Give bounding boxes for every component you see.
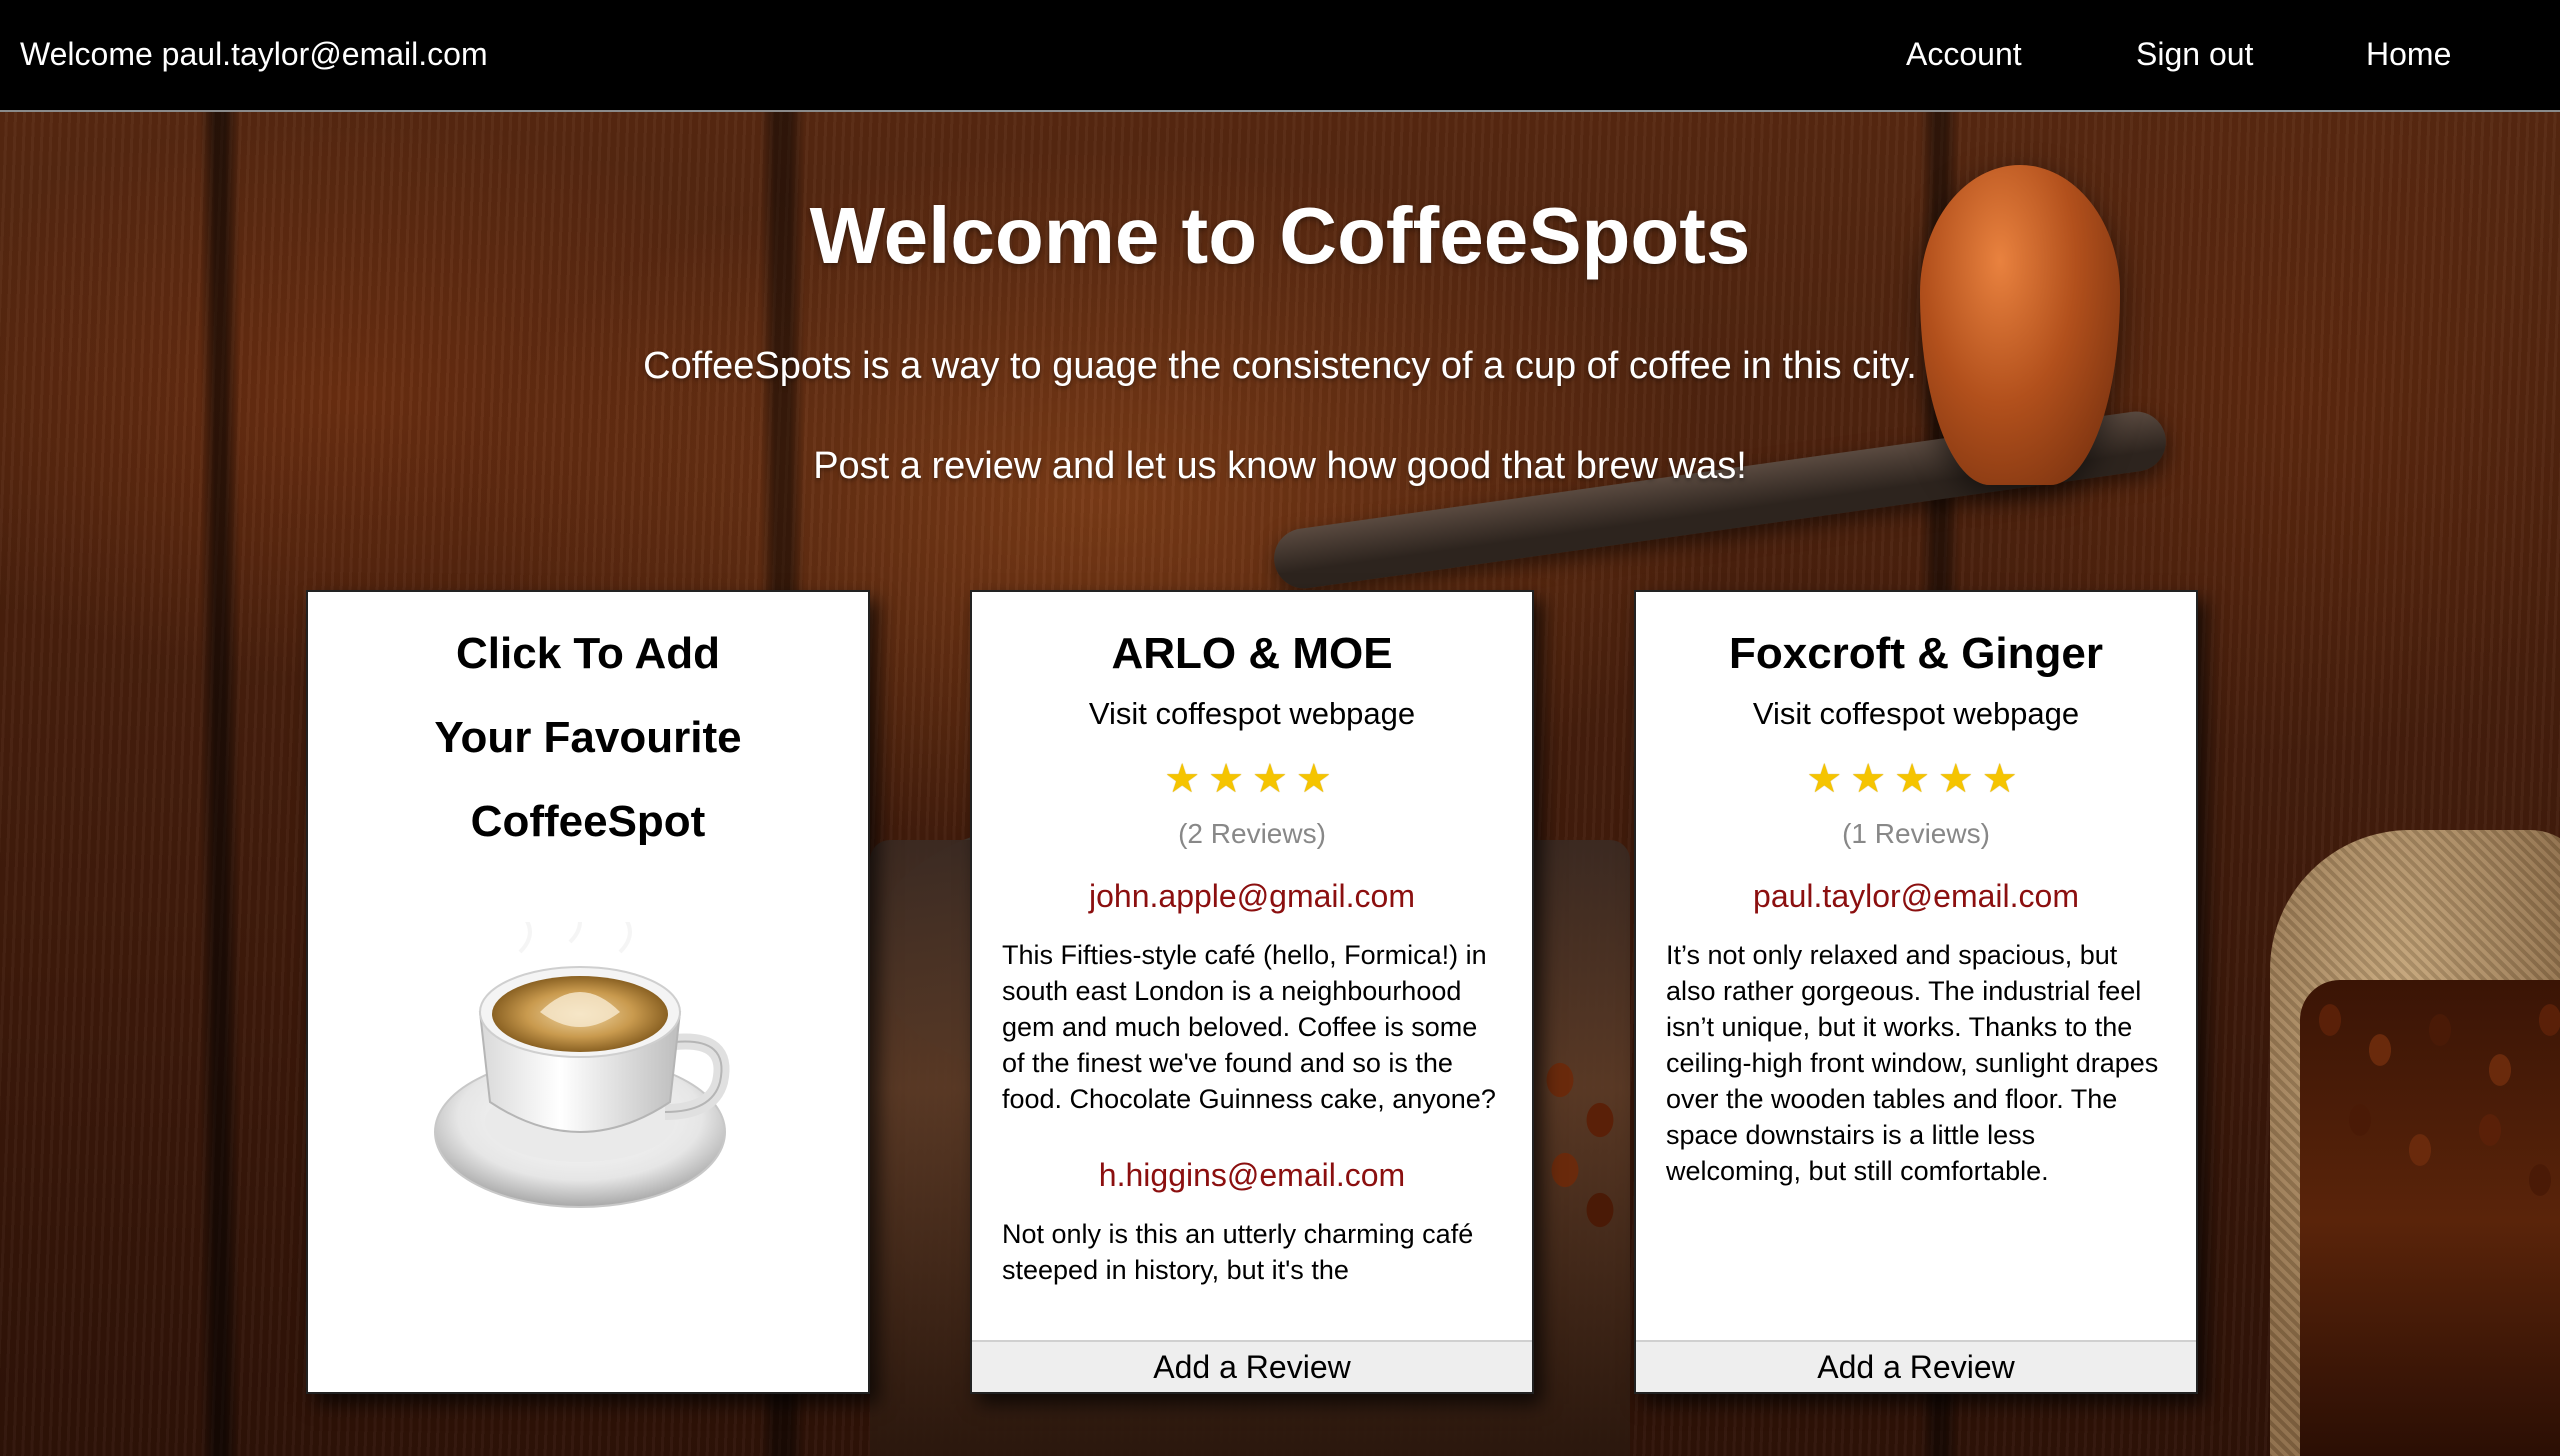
star-rating-icon: ★★★★★ <box>1806 757 2026 801</box>
add-title-line-1: Click To Add <box>456 629 720 678</box>
star-rating-icon: ★★★★ <box>1164 757 1340 801</box>
review-text: It’s not only relaxed and spacious, but … <box>1666 940 2159 1186</box>
add-review-button[interactable]: Add a Review <box>972 1340 1532 1392</box>
welcome-user-text: Welcome paul.taylor@email.com <box>20 36 488 72</box>
card-scroll-area[interactable]: ARLO & MOE Visit coffespot webpage ★★★★ … <box>972 592 1532 1342</box>
reviews-count: (1 Reviews) <box>1842 818 1990 849</box>
spot-name: Foxcroft & Ginger <box>1728 629 2104 678</box>
coffee-beans-pile-decoration <box>2300 980 2560 1456</box>
reviewer-email[interactable]: h.higgins@email.com <box>1002 1157 1502 1194</box>
card-scroll-area[interactable]: Foxcroft & Ginger Visit coffespot webpag… <box>1636 592 2196 1342</box>
reviewer-email[interactable]: paul.taylor@email.com <box>1666 878 2166 915</box>
review-text: Not only is this an utterly charming caf… <box>1002 1219 1474 1285</box>
reviewer-email[interactable]: john.apple@gmail.com <box>1002 878 1502 915</box>
reviews-count: (2 Reviews) <box>1178 818 1326 849</box>
visit-webpage-link[interactable]: Visit coffespot webpage <box>1666 696 2166 732</box>
nav-home-link[interactable]: Home <box>2366 36 2451 73</box>
visit-webpage-link[interactable]: Visit coffespot webpage <box>1002 696 1502 732</box>
add-coffeespot-title: Click To Add Your Favourite CoffeeSpot <box>308 612 868 864</box>
nav-signout-link[interactable]: Sign out <box>2136 36 2253 73</box>
hero-call-to-action: Post a review and let us know how good t… <box>813 445 1747 487</box>
nav-account-link[interactable]: Account <box>1906 36 2022 73</box>
add-review-button[interactable]: Add a Review <box>1636 1340 2196 1392</box>
coffeespot-card-arlo-moe: ARLO & MOE Visit coffespot webpage ★★★★ … <box>970 590 1534 1394</box>
coffeespot-card-foxcroft-ginger: Foxcroft & Ginger Visit coffespot webpag… <box>1634 590 2198 1394</box>
add-coffeespot-card[interactable]: Click To Add Your Favourite CoffeeSpot <box>306 590 870 1394</box>
review-text: This Fifties-style café (hello, Formica!… <box>1002 940 1496 1114</box>
spot-name: ARLO & MOE <box>1111 629 1393 678</box>
top-nav-bar: Welcome paul.taylor@email.com Account Si… <box>0 0 2560 112</box>
add-title-line-3: CoffeeSpot <box>470 797 706 846</box>
hero-description: CoffeeSpots is a way to guage the consis… <box>643 345 1917 387</box>
coffee-cup-icon <box>434 922 730 1208</box>
coffee-beans-decoration <box>1535 1050 1625 1250</box>
add-title-line-2: Your Favourite <box>434 713 742 762</box>
page-title: Welcome to CoffeeSpots <box>809 191 1751 280</box>
